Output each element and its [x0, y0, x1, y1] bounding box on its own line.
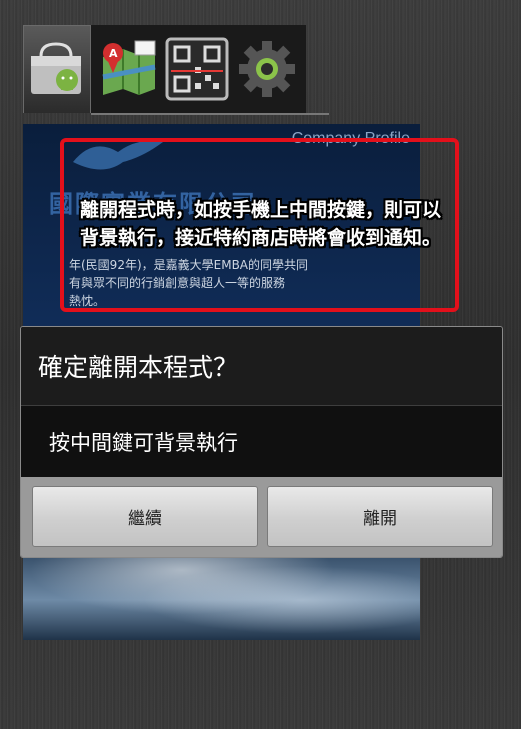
svg-text:A: A: [109, 47, 118, 60]
map-icon: A: [102, 40, 156, 95]
tab-map[interactable]: A: [93, 25, 161, 113]
annotation-text: 離開程式時，如按手機上中間按鍵，則可以背景執行，接近特約商店時將會收到通知。: [80, 199, 442, 249]
tab-qr-scan[interactable]: [163, 25, 231, 113]
dialog-message: 按中間鍵可背景執行: [21, 406, 502, 478]
launcher-tab-strip: A: [23, 25, 329, 115]
exit-dialog: 確定離開本程式？ 按中間鍵可背景執行 繼續 離開: [20, 326, 503, 558]
tab-shopping[interactable]: [23, 25, 91, 113]
dialog-title: 確定離開本程式？: [21, 327, 502, 406]
tab-settings[interactable]: [233, 25, 301, 113]
dialog-button-bar: 繼續 離開: [21, 477, 502, 557]
qr-code-icon: [165, 37, 229, 101]
gear-icon: [239, 41, 295, 97]
tab-underline: [91, 113, 329, 115]
continue-button[interactable]: 繼續: [32, 486, 258, 547]
leave-button[interactable]: 離開: [267, 486, 493, 547]
shopping-bag-icon: [31, 41, 81, 94]
